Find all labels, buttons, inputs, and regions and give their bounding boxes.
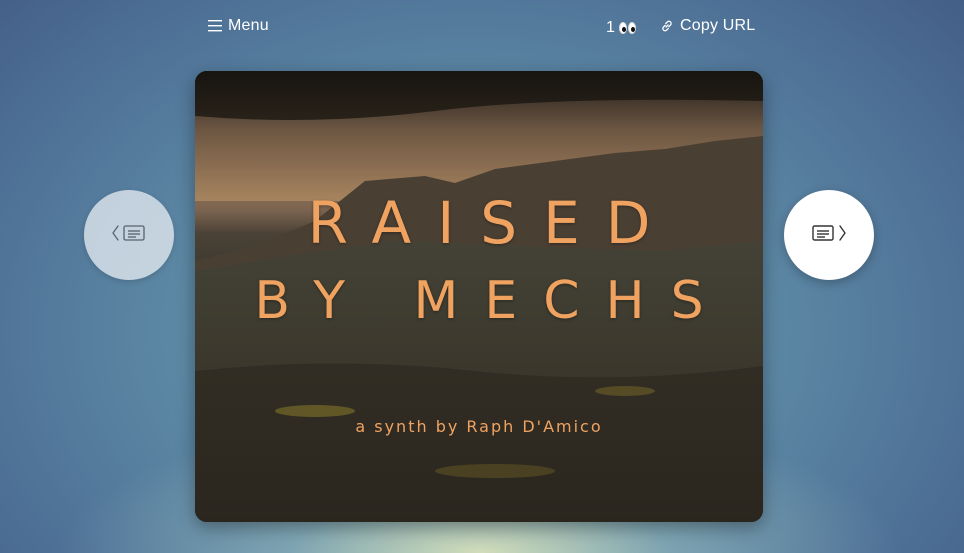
menu-label: Menu (228, 17, 269, 34)
title-card: RAISED BY MECHS a synth by Raph D'Amico (195, 71, 763, 522)
card-title-line-1: RAISED (307, 189, 677, 257)
eyes-icon (619, 22, 637, 34)
hamburger-icon (208, 20, 222, 32)
menu-button[interactable]: Menu (208, 17, 269, 35)
view-counter: 1 (606, 19, 637, 37)
next-card-icon (811, 223, 847, 248)
link-icon (660, 19, 674, 33)
copy-url-label: Copy URL (680, 17, 756, 34)
card-title-line-2: BY MECHS (254, 271, 730, 331)
card-subtitle: a synth by Raph D'Amico (355, 417, 603, 436)
view-count: 1 (606, 19, 616, 36)
next-card-button[interactable] (784, 190, 874, 280)
previous-card-button[interactable] (84, 190, 174, 280)
copy-url-button[interactable]: Copy URL (660, 17, 755, 35)
previous-card-icon (111, 223, 147, 248)
